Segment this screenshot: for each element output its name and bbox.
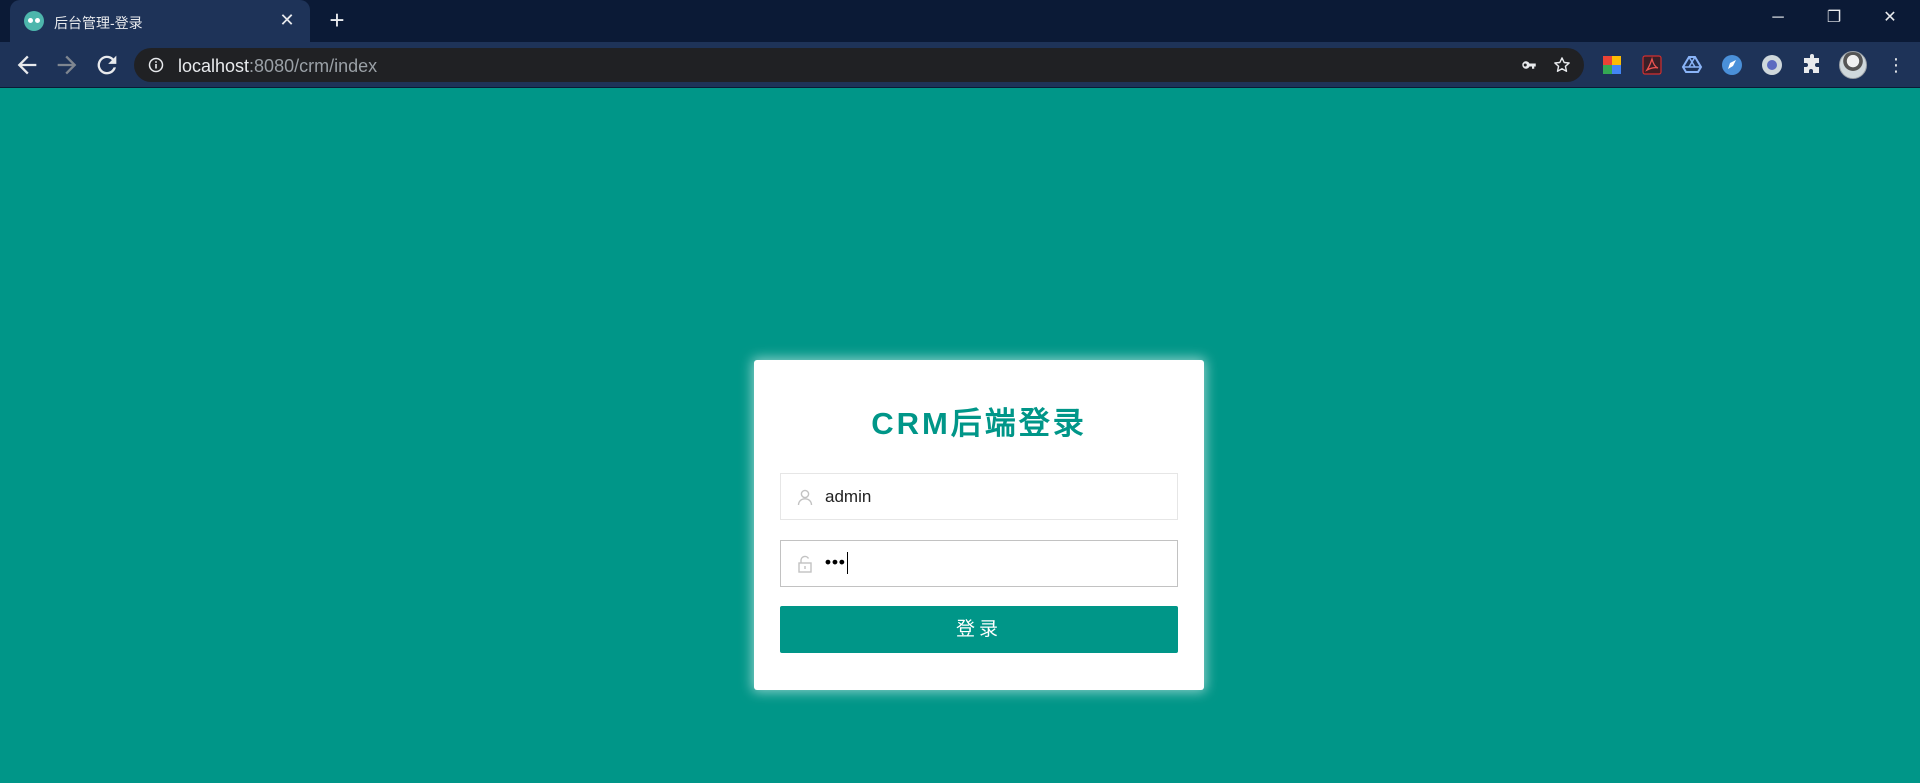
bookmark-star-icon[interactable] [1552,55,1572,75]
url-path: :8080/crm/index [249,56,378,76]
info-icon[interactable] [148,57,164,73]
tab-title: 后台管理-登录 [54,15,143,31]
window-close-button[interactable]: ✕ [1862,0,1918,36]
reload-icon[interactable] [93,51,121,79]
login-button[interactable]: 登录 [780,606,1178,653]
window-minimize-button[interactable]: ─ [1750,0,1806,36]
url-host: localhost [178,56,250,76]
user-icon [797,489,813,506]
username-input[interactable] [825,474,1165,519]
tab-close-icon[interactable]: ✕ [276,9,298,31]
key-icon[interactable] [1520,56,1538,74]
login-card: CRM后端登录 ••• 登录 [754,360,1204,690]
login-title: CRM后端登录 [871,406,1087,441]
google-drive-icon[interactable] [1680,53,1704,77]
new-tab-button[interactable]: + [324,7,350,34]
username-field[interactable] [780,473,1178,520]
color-picker-icon[interactable] [1600,53,1624,77]
layui-favicon-icon [24,11,44,31]
password-masked-value: ••• [825,552,846,572]
forward-arrow-icon[interactable] [53,51,81,79]
text-caret [846,552,848,574]
browser-toolbar: localhost:8080/crm/index ⋮ [0,42,1920,88]
rocket-icon[interactable] [1720,53,1744,77]
url-text: localhost:8080/crm/index [178,56,377,77]
address-bar[interactable]: localhost:8080/crm/index [134,48,1584,82]
browser-menu-icon[interactable]: ⋮ [1884,53,1908,77]
password-field[interactable]: ••• [780,540,1178,587]
circle-icon[interactable] [1760,53,1784,77]
pdf-icon[interactable] [1640,53,1664,77]
lock-icon [798,555,812,573]
puzzle-icon[interactable] [1800,53,1824,77]
back-arrow-icon[interactable] [13,51,41,79]
browser-tabstrip: 后台管理-登录 ✕ + ─ ❐ ✕ [0,0,1920,42]
window-maximize-button[interactable]: ❐ [1806,0,1862,36]
browser-tab[interactable]: 后台管理-登录 ✕ [10,0,310,42]
password-input[interactable]: ••• [825,552,848,574]
profile-avatar[interactable] [1839,51,1867,79]
